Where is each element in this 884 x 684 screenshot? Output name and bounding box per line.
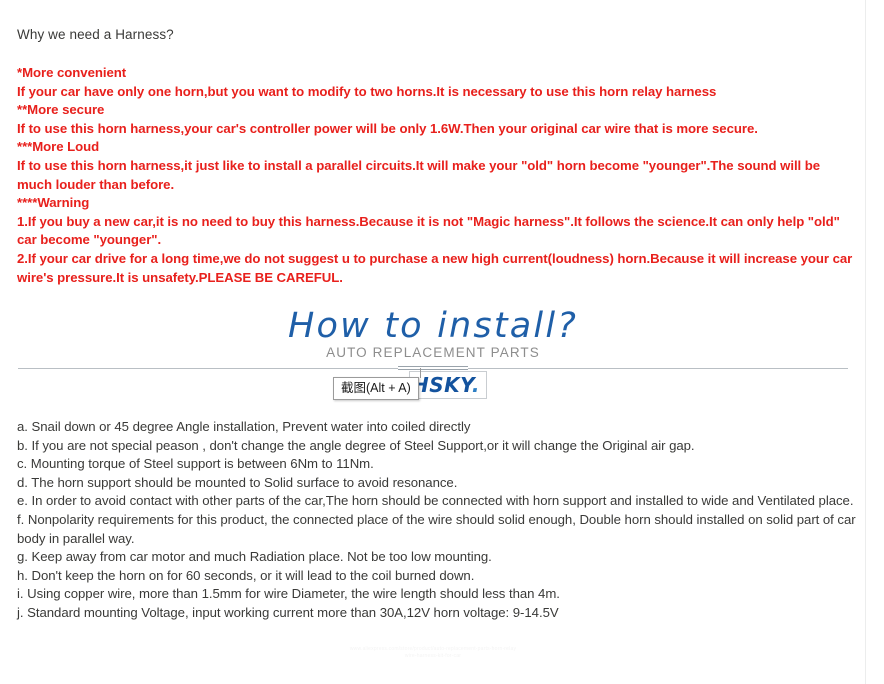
list-item: a. Snail down or 45 degree Angle install… xyxy=(17,419,471,434)
list-item: i. Using copper wire, more than 1.5mm fo… xyxy=(17,586,560,602)
intro-line: ****Warning xyxy=(17,195,90,211)
installation-steps-list: a. Snail down or 45 degree Angle install… xyxy=(17,418,862,623)
install-banner: How to install? AUTO REPLACEMENT PARTS xyxy=(0,306,866,362)
intro-line: If to use this horn harness,your car's c… xyxy=(17,120,758,136)
screenshot-tooltip[interactable]: 截图(Alt + A) xyxy=(333,377,419,400)
list-item: b. If you are not special peason , don't… xyxy=(17,437,695,453)
list-item: g. Keep away from car motor and much Rad… xyxy=(17,549,492,565)
intro-block: Why we need a Harness? *More convenient … xyxy=(17,25,857,287)
brand-logo: HSKY. xyxy=(412,375,480,396)
brand-logo-dot: . xyxy=(471,373,480,397)
install-heading: How to install? xyxy=(287,306,579,346)
intro-line: If to use this horn harness,it just like… xyxy=(17,157,821,192)
intro-line: 2.If your car drive for a long time,we d… xyxy=(17,250,853,285)
install-subheading: AUTO REPLACEMENT PARTS xyxy=(326,345,540,360)
intro-line: 1.If you buy a new car,it is no need to … xyxy=(17,213,840,248)
tooltip-pointer-line xyxy=(420,368,421,378)
list-item: j. Standard mounting Voltage, input work… xyxy=(17,604,559,620)
product-description-page: Why we need a Harness? *More convenient … xyxy=(0,0,866,684)
list-item: c. Mounting torque of Steel support is b… xyxy=(17,456,374,472)
watermark-line: www.aliexpress.com/store/product/auto-re… xyxy=(349,646,517,652)
page-title: Why we need a Harness? xyxy=(17,27,174,42)
list-item: d. The horn support should be mounted to… xyxy=(17,474,458,490)
watermark-line: wire-harness-kit-for-car xyxy=(404,653,462,659)
divider-center-ornament xyxy=(398,366,468,370)
list-item: f. Nonpolarity requirements for this pro… xyxy=(17,511,856,546)
intro-line: **More secure xyxy=(17,102,105,118)
list-item: e. In order to avoid contact with other … xyxy=(17,493,854,509)
page-watermark: www.aliexpress.com/store/product/auto-re… xyxy=(0,646,866,660)
warning-text-block: *More convenient If your car have only o… xyxy=(17,64,857,287)
intro-line: *More convenient xyxy=(17,65,127,80)
intro-line: ***More Loud xyxy=(17,139,100,155)
list-item: h. Don't keep the horn on for 60 seconds… xyxy=(17,567,475,583)
intro-line: If your car have only one horn,but you w… xyxy=(17,83,717,99)
